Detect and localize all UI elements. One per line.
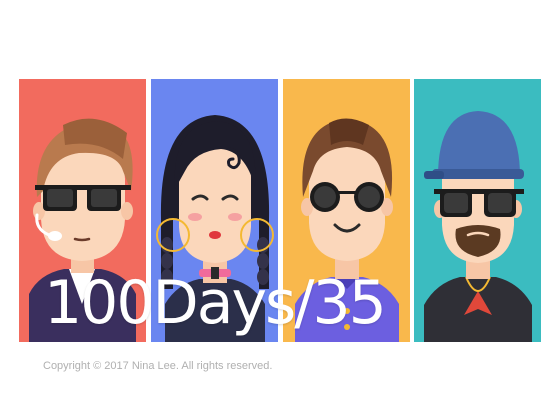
headline-title: 100Days/35 <box>44 268 387 338</box>
artboard: 100Days/35 Copyright © 2017 Nina Lee. Al… <box>0 0 560 420</box>
copyright-text: Copyright © 2017 Nina Lee. All rights re… <box>43 360 273 372</box>
